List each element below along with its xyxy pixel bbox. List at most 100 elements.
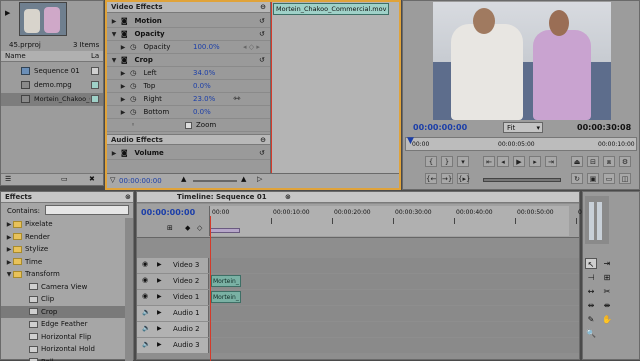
expand-arrow-icon[interactable]: ▶ <box>119 80 127 93</box>
expand-arrow-icon[interactable]: ▶ <box>119 41 127 54</box>
crop-right-row[interactable]: ▶ ◷ Right 23.0% ⇿ <box>107 93 270 106</box>
export-frame-icon[interactable]: ◫ <box>619 173 631 184</box>
effects-search-input[interactable] <box>45 205 129 215</box>
clip-tab[interactable]: Mortein_Chakoo_Commercial.mov <box>273 3 389 15</box>
expand-arrow-icon[interactable]: ▶ <box>110 147 118 160</box>
expand-arrow-icon[interactable]: ▶ <box>119 67 127 80</box>
effects-tree-item[interactable]: Horizontal Flip <box>1 331 125 343</box>
filter-icon[interactable]: ▽ <box>110 176 115 184</box>
expand-arrow-icon[interactable]: ▶ <box>5 244 13 256</box>
zoom-in-icon[interactable]: ▲ <box>241 175 246 183</box>
effects-tree-item[interactable]: Horizontal Hold <box>1 343 125 355</box>
stopwatch-icon[interactable]: ◷ <box>129 93 137 106</box>
effects-tree-item[interactable]: Roll <box>1 356 125 361</box>
collapse-arrow-icon[interactable]: ▼ <box>110 28 118 41</box>
play-icon[interactable]: ▶ <box>513 156 525 167</box>
pen-tool-icon[interactable]: ✎ <box>585 314 597 325</box>
expand-arrow-icon[interactable]: ▶ <box>157 325 162 332</box>
go-to-next-edit-icon[interactable]: →} <box>441 173 453 184</box>
slip-tool-icon[interactable]: ⇹ <box>585 300 597 311</box>
expand-arrow-icon[interactable]: ▶ <box>157 293 162 300</box>
expand-arrow-icon[interactable]: ▶ <box>119 106 127 119</box>
project-item-demo[interactable]: demo.mpg <box>1 79 103 91</box>
trim-icon[interactable]: ⧈ <box>603 156 615 167</box>
collapse-arrow-icon[interactable]: ▼ <box>110 54 118 67</box>
eye-icon[interactable]: ◉ <box>142 260 148 268</box>
rate-stretch-tool-icon[interactable]: ↔ <box>585 286 597 297</box>
timeline-playhead[interactable] <box>210 216 211 361</box>
track-header[interactable]: ◉▶Video 2 <box>137 274 209 289</box>
set-in-icon[interactable]: { <box>425 156 437 167</box>
expand-arrow-icon[interactable]: ▶ <box>119 93 127 106</box>
collapse-icon[interactable]: ⊖ <box>260 2 266 13</box>
reset-icon[interactable]: ↺ <box>259 147 265 160</box>
marker-icon[interactable]: ◆ <box>185 224 190 232</box>
timeline-timecode[interactable]: 00:00:00:00 <box>141 208 195 217</box>
step-back-icon[interactable]: ◂ <box>497 156 509 167</box>
track-area[interactable]: Mortein_ <box>209 290 579 305</box>
stopwatch-icon[interactable]: ◷ <box>129 41 137 54</box>
rolling-edit-tool-icon[interactable]: ⊞ <box>601 272 613 283</box>
reset-icon[interactable]: ↺ <box>259 54 265 67</box>
stopwatch-icon[interactable]: ◷ <box>129 106 137 119</box>
track-select-tool-icon[interactable]: ⇥ <box>601 258 613 269</box>
hand-tool-icon[interactable]: ✋ <box>601 314 613 325</box>
safe-margins-icon[interactable]: ▣ <box>587 173 599 184</box>
close-icon[interactable]: ⊗ <box>285 192 291 203</box>
volume-row[interactable]: ▶ ◙ Volume ↺ <box>107 147 270 160</box>
marker-icon[interactable]: ▾ <box>457 156 469 167</box>
snap-icon[interactable]: ⊞ <box>167 224 173 232</box>
project-item-mortein[interactable]: Mortein_Chakoo_Commercial <box>1 93 103 106</box>
trash-icon[interactable]: ✖ <box>89 175 95 183</box>
expand-arrow-icon[interactable]: ▶ <box>157 341 162 348</box>
crop-top-row[interactable]: ▶ ◷ Top 0.0% <box>107 80 270 93</box>
column-name[interactable]: Name <box>5 52 26 60</box>
fx-toggle-icon[interactable]: ◙ <box>120 15 128 28</box>
lift-icon[interactable]: ⏏ <box>571 156 583 167</box>
loop-icon[interactable]: ↻ <box>571 173 583 184</box>
go-to-in-icon[interactable]: ⇤ <box>483 156 495 167</box>
speaker-icon[interactable]: 🔈 <box>142 308 151 316</box>
track-header[interactable]: 🔈▶Audio 3 <box>137 338 209 353</box>
crop-left-row[interactable]: ▶ ◷ Left 34.0% <box>107 67 270 80</box>
effect-controls-playhead[interactable] <box>271 2 272 175</box>
zoom-tool-icon[interactable]: 🔍 <box>585 328 597 339</box>
opacity-row[interactable]: ▼ ◙ Opacity ↺ <box>107 28 270 41</box>
expand-arrow-icon[interactable]: ▶ <box>5 232 13 244</box>
ripple-edit-tool-icon[interactable]: ⊣ <box>585 272 597 283</box>
settings-icon[interactable]: ⚙ <box>619 156 631 167</box>
fx-toggle-icon[interactable]: ◙ <box>120 54 128 67</box>
work-area-bar[interactable] <box>210 228 240 233</box>
track-area[interactable]: Mortein_ <box>209 274 579 289</box>
fx-toggle-icon[interactable]: ◙ <box>120 28 128 41</box>
set-out-icon[interactable]: } <box>441 156 453 167</box>
razor-tool-icon[interactable]: ✂ <box>601 286 613 297</box>
track-header[interactable]: 🔈▶Audio 1 <box>137 306 209 321</box>
step-forward-icon[interactable]: ▸ <box>529 156 541 167</box>
program-timecode[interactable]: 00:00:00:00 <box>413 123 467 132</box>
play-in-to-out-icon[interactable]: {▸} <box>457 173 469 184</box>
track-header[interactable]: 🔈▶Audio 2 <box>137 322 209 337</box>
timeline-tab[interactable]: Timeline: Sequence 01 ⊗ <box>137 192 579 203</box>
effects-tree-item[interactable]: Edge Feather <box>1 318 125 330</box>
effects-tree-item[interactable]: ▼Transform <box>1 268 125 280</box>
crop-bottom-row[interactable]: ▶ ◷ Bottom 0.0% <box>107 106 270 119</box>
zoom-out-icon[interactable]: ▲ <box>181 175 186 183</box>
effects-tree-item[interactable]: Clip <box>1 293 125 305</box>
opacity-value[interactable]: 100.0% <box>193 41 220 54</box>
crop-zoom-row[interactable]: ◦ Zoom <box>107 119 270 132</box>
output-icon[interactable]: ▭ <box>603 173 615 184</box>
crop-top-value[interactable]: 0.0% <box>193 80 211 93</box>
track-area[interactable] <box>209 306 579 321</box>
collapse-icon[interactable]: ⊖ <box>260 135 266 146</box>
reset-icon[interactable]: ↺ <box>259 15 265 28</box>
effects-tree-item[interactable]: ▶Render <box>1 231 125 243</box>
stopwatch-icon[interactable]: ◷ <box>129 67 137 80</box>
effect-controls-timecode[interactable]: 00:00:00:00 <box>119 177 162 185</box>
new-bin-icon[interactable]: ▭ <box>61 175 68 183</box>
track-area[interactable] <box>209 338 579 353</box>
track-area[interactable] <box>209 258 579 273</box>
play-thumbnail-icon[interactable]: ▶ <box>5 9 10 17</box>
effects-tree-item[interactable]: Crop <box>1 306 125 318</box>
stopwatch-icon[interactable]: ◷ <box>129 80 137 93</box>
